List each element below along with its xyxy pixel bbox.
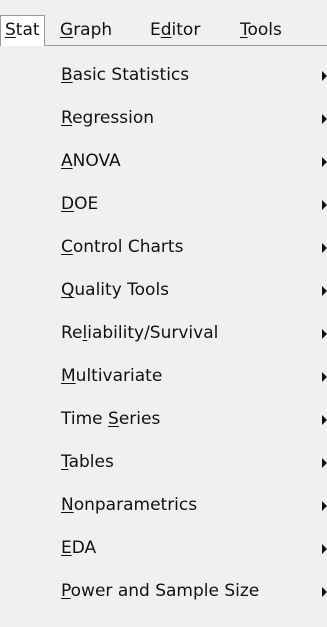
menu-editor-label: Editor bbox=[150, 20, 201, 40]
menu-item-label: Multivariate bbox=[61, 366, 163, 386]
menu-editor[interactable]: Editor bbox=[150, 16, 200, 46]
submenu-arrow-icon bbox=[322, 458, 327, 468]
menu-item-power-and-sample-size[interactable]: Power and Sample Size bbox=[0, 570, 327, 613]
menu-item-label: Nonparametrics bbox=[61, 495, 198, 515]
submenu-arrow-icon bbox=[322, 372, 327, 382]
submenu-arrow-icon bbox=[322, 587, 327, 597]
menu-item-time-series[interactable]: Time Series bbox=[0, 398, 327, 441]
submenu-arrow-icon bbox=[322, 71, 327, 81]
menu-item-quality-tools[interactable]: Quality Tools bbox=[0, 269, 327, 312]
submenu-arrow-icon bbox=[322, 157, 327, 167]
menu-item-label: ANOVA bbox=[61, 151, 121, 171]
submenu-arrow-icon bbox=[322, 501, 327, 511]
menu-item-label: Basic Statistics bbox=[61, 65, 190, 85]
menu-item-regression[interactable]: Regression bbox=[0, 97, 327, 140]
menu-tools[interactable]: Tools bbox=[240, 16, 282, 46]
submenu-arrow-icon bbox=[322, 243, 327, 253]
menu-item-doe[interactable]: DOE bbox=[0, 183, 327, 226]
menu-item-multivariate[interactable]: Multivariate bbox=[0, 355, 327, 398]
submenu-arrow-icon bbox=[322, 114, 327, 124]
menu-stat[interactable]: Stat bbox=[0, 15, 45, 46]
menu-item-reliability-survival[interactable]: Reliability/Survival bbox=[0, 312, 327, 355]
menu-item-anova[interactable]: ANOVA bbox=[0, 140, 327, 183]
menu-item-label: Quality Tools bbox=[61, 280, 170, 300]
menu-item-label: Control Charts bbox=[61, 237, 184, 257]
menu-item-label: Time Series bbox=[61, 409, 161, 429]
submenu-arrow-icon bbox=[322, 544, 327, 554]
submenu-arrow-icon bbox=[322, 286, 327, 296]
submenu-arrow-icon bbox=[322, 415, 327, 425]
menu-item-label: Regression bbox=[61, 108, 154, 128]
menu-item-eda[interactable]: EDA bbox=[0, 527, 327, 570]
menu-graph-label: Graph bbox=[60, 20, 113, 40]
menu-item-nonparametrics[interactable]: Nonparametrics bbox=[0, 484, 327, 527]
submenu-arrow-icon bbox=[322, 200, 327, 210]
stat-dropdown-menu: Basic Statistics Regression ANOVA DOE Co… bbox=[0, 45, 327, 627]
menu-item-label: DOE bbox=[61, 194, 99, 214]
menu-item-label: Tables bbox=[61, 452, 114, 472]
menu-item-basic-statistics[interactable]: Basic Statistics bbox=[0, 54, 327, 97]
menu-graph[interactable]: Graph bbox=[60, 16, 112, 46]
submenu-arrow-icon bbox=[322, 329, 327, 339]
menu-bar: Stat Graph Editor Tools bbox=[0, 0, 327, 46]
menu-stat-label: Stat bbox=[5, 20, 40, 40]
menu-item-label: EDA bbox=[61, 538, 97, 558]
menu-item-label: Power and Sample Size bbox=[61, 581, 260, 601]
menu-item-tables[interactable]: Tables bbox=[0, 441, 327, 484]
menu-item-control-charts[interactable]: Control Charts bbox=[0, 226, 327, 269]
menu-tools-label: Tools bbox=[240, 20, 282, 40]
menu-item-label: Reliability/Survival bbox=[61, 323, 219, 343]
